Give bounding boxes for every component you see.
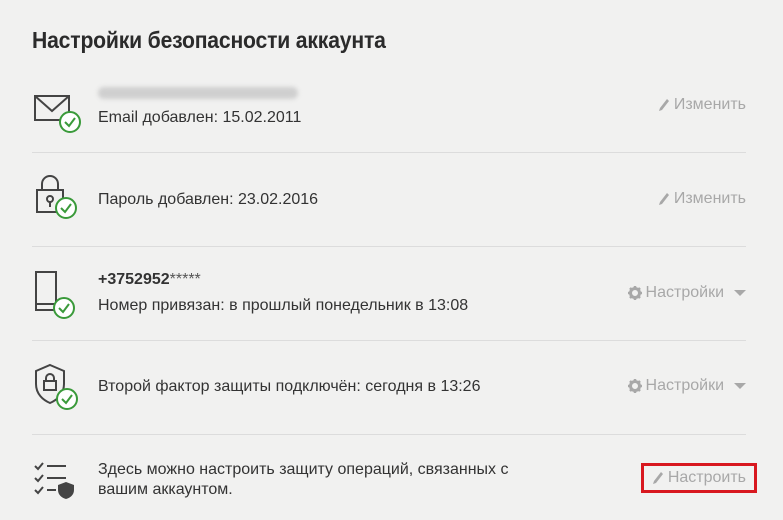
2fa-enabled-text: Второй фактор защиты подключён: сегодня …: [98, 378, 481, 395]
security-row-operations: Здесь можно настроить защиту операций, с…: [32, 434, 757, 520]
security-row-phone: +3752952***** Номер привязан: в прошлый …: [32, 246, 746, 341]
configure-operations-button[interactable]: Настроить: [640, 463, 757, 493]
2fa-settings-label: Настройки: [645, 377, 724, 394]
operations-description: Здесь можно настроить защиту операций, с…: [98, 460, 509, 500]
checklist-shield-icon: [32, 460, 76, 500]
gear-icon: [627, 286, 642, 300]
edit-password-label: Изменить: [673, 190, 746, 207]
email-blurred: [98, 87, 298, 99]
phone-linked-text: Номер привязан: в прошлый понедельник в …: [98, 297, 469, 314]
security-row-2fa: Второй фактор защиты подключён: сегодня …: [32, 340, 746, 435]
phone-mask: *****: [169, 271, 201, 288]
gear-icon: [627, 379, 642, 393]
email-masked: [98, 85, 298, 105]
pencil-icon: [652, 471, 664, 485]
operations-description-line1: Здесь можно настроить защиту операций, с…: [98, 461, 509, 478]
phone-settings-dropdown[interactable]: Настройки: [627, 284, 746, 302]
phone-settings-label: Настройки: [645, 284, 724, 301]
edit-email-label: Изменить: [673, 96, 746, 113]
configure-operations-label: Настроить: [667, 469, 746, 486]
edit-email-button[interactable]: Изменить: [658, 96, 746, 114]
security-row-password: Пароль добавлен: 23.02.2016 Изменить: [32, 152, 746, 247]
chevron-down-icon: [734, 290, 746, 296]
phone-prefix: +3752952: [98, 271, 170, 288]
pencil-icon: [658, 192, 670, 206]
operations-description-line2: вашим аккаунтом.: [98, 481, 233, 498]
password-added-text: Пароль добавлен: 23.02.2016: [98, 191, 319, 208]
chevron-down-icon: [734, 383, 746, 389]
envelope-check-icon: [32, 92, 82, 138]
shield-lock-check-icon: [32, 362, 82, 412]
lock-check-icon: [32, 174, 82, 220]
pencil-icon: [658, 98, 670, 112]
page-title: Настройки безопасности аккаунта: [32, 27, 386, 53]
phone-check-icon: [32, 270, 82, 320]
email-added-text: Email добавлен: 15.02.2011: [98, 109, 302, 126]
2fa-settings-dropdown[interactable]: Настройки: [627, 377, 746, 395]
edit-password-button[interactable]: Изменить: [658, 190, 746, 208]
phone-number: +3752952*****: [98, 270, 201, 290]
security-row-email: Email добавлен: 15.02.2011 Изменить: [32, 80, 746, 153]
